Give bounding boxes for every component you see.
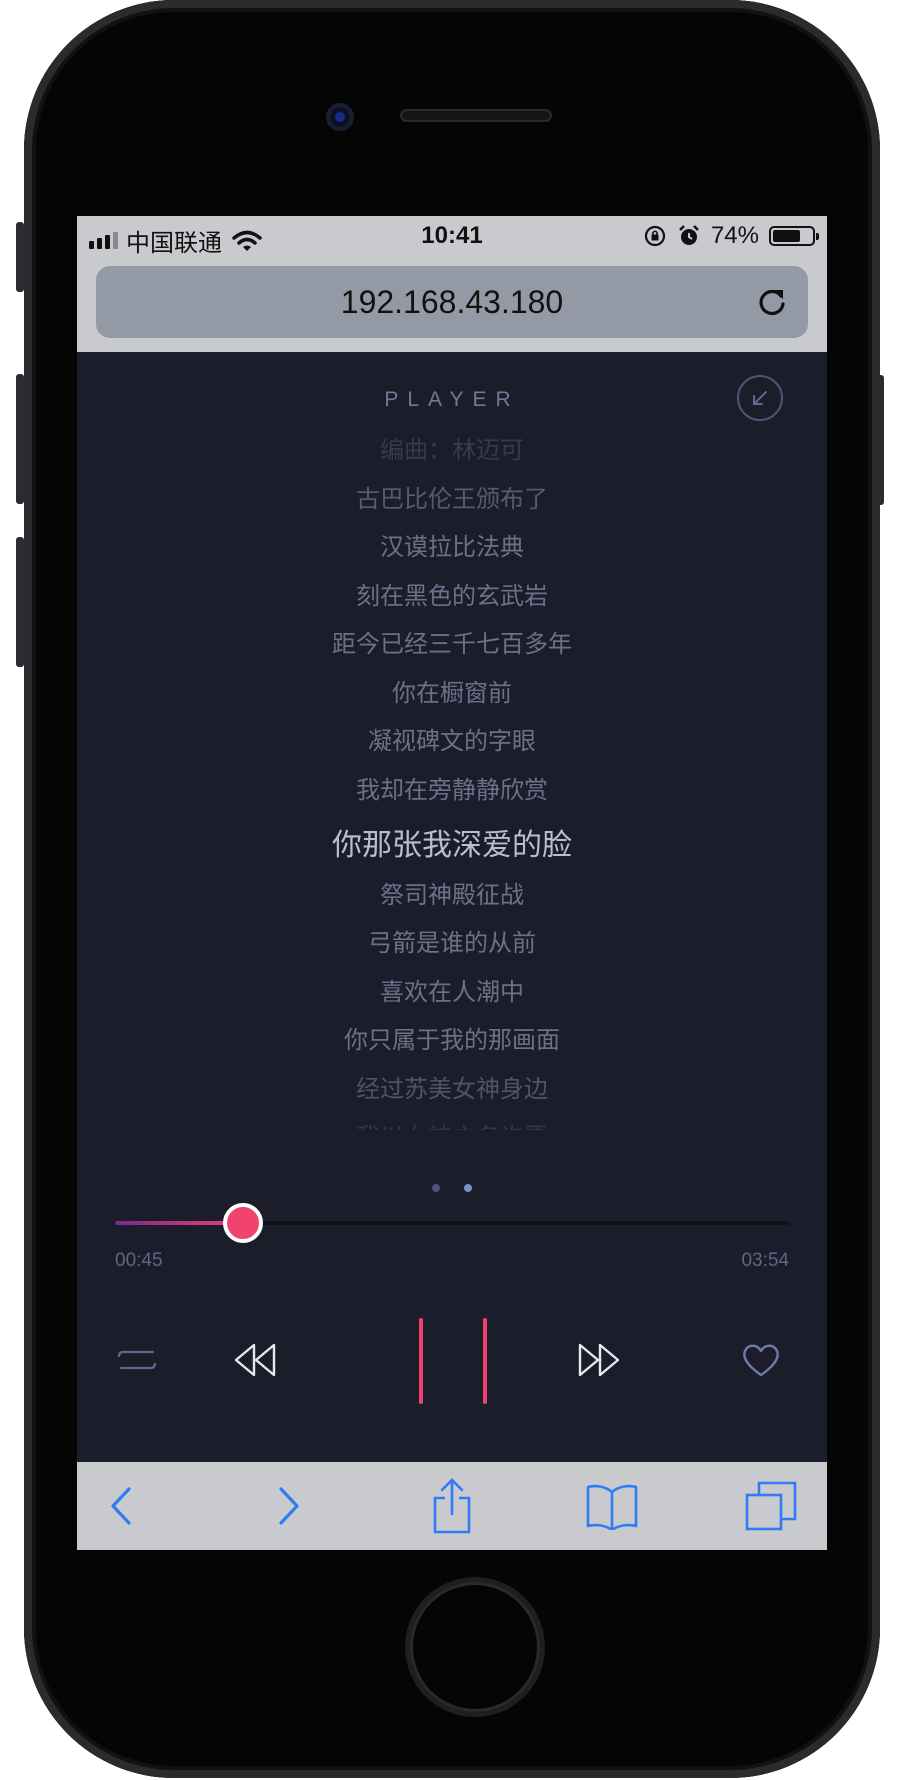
share-icon [433,1478,471,1534]
collapse-arrow-icon [753,391,767,405]
loop-icon [117,1350,157,1370]
page-dot[interactable] [432,1184,440,1192]
bookmarks-icon [586,1484,638,1530]
browser-address-bar: 192.168.43.180 [77,256,827,352]
lyric-line: 古巴比伦王颁布了 [356,484,548,513]
next-icon [578,1343,620,1377]
total-time: 03:54 [741,1250,789,1271]
loop-button[interactable] [113,1338,161,1382]
reload-icon[interactable] [754,284,790,320]
status-bar: 中国联通 10:41 74% [77,216,827,257]
lyric-line: 凝视碑文的字眼 [368,727,536,755]
url-text: 192.168.43.180 [340,283,564,320]
lyric-line: 编曲：林迈可 [380,436,524,464]
favorite-button[interactable] [737,1336,785,1384]
player-title: PLAYER [384,388,520,411]
power-button [876,375,884,505]
tabs-button[interactable] [741,1476,801,1536]
lyric-line: 汉谟拉比法典 [380,533,524,561]
bookmarks-button[interactable] [582,1476,642,1536]
previous-button[interactable] [231,1336,279,1384]
browser-toolbar [77,1462,827,1550]
forward-button[interactable] [259,1476,319,1536]
back-button[interactable] [91,1476,151,1536]
battery-percent: 74% [710,222,759,249]
lyric-line: 我却在旁静静欣赏 [356,775,548,804]
lyrics-panel[interactable]: 编曲：林迈可 古巴比伦王颁布了 汉谟拉比法典 刻在黑色的玄武岩 距今已经三千七百多年 你在… [77,430,827,1130]
collapse-button[interactable] [737,375,783,421]
url-field[interactable]: 192.168.43.180 [96,266,808,338]
progress-knob[interactable] [223,1203,264,1243]
lyric-line: 距今已经三千七百多年 [332,630,572,658]
lyric-line-active: 你那张我深爱的脸 [332,828,572,863]
volume-up-button [16,374,24,504]
alarm-icon [679,225,699,245]
lyric-line: 祭司神殿征战 [380,880,524,909]
pause-icon-right[interactable] [483,1318,487,1404]
home-button[interactable] [410,1582,540,1712]
screen: 中国联通 10:41 74% 192.168.43.180 PLAYER 编曲：… [77,216,827,1550]
tabs-icon [745,1481,797,1531]
current-time: 00:45 [115,1250,163,1271]
forward-icon [279,1487,299,1525]
page-indicator [77,1184,827,1192]
lyric-line: 你在橱窗前 [392,678,512,707]
page-dot[interactable] [464,1184,472,1192]
front-camera [326,103,354,131]
orientation-lock-icon [644,225,666,247]
lyric-line: 喜欢在人潮中 [380,977,524,1006]
previous-icon [234,1343,276,1377]
lyric-line: 我以女神之名许愿 [77,1117,827,1130]
earpiece-speaker [400,109,552,122]
next-button[interactable] [575,1336,623,1384]
lyric-line: 你只属于我的那画面 [344,1026,560,1054]
heart-icon [743,1344,779,1377]
battery-icon [769,226,819,246]
progress-track[interactable] [115,1221,789,1225]
lyric-line: 刻在黑色的玄武岩 [356,581,548,610]
lyric-line: 弓箭是谁的从前 [368,929,536,957]
back-icon [111,1487,131,1525]
mute-switch [16,222,24,292]
share-button[interactable] [422,1476,482,1536]
volume-down-button [16,537,24,667]
lyric-line: 经过苏美女神身边 [356,1074,548,1103]
pause-icon[interactable] [419,1318,423,1404]
